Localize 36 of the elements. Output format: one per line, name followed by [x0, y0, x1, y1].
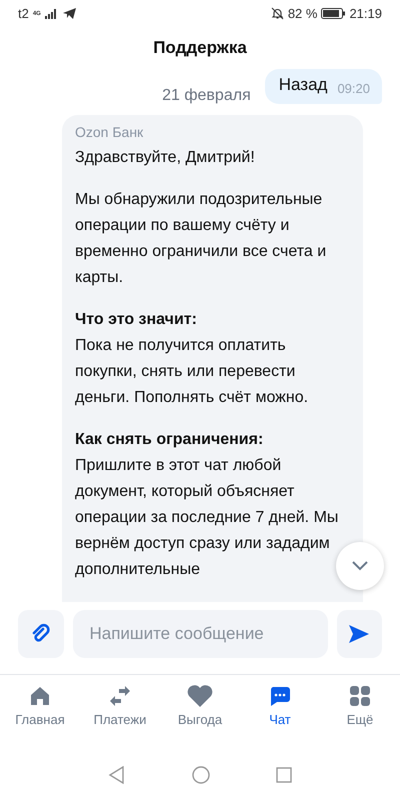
arrows-icon: [109, 684, 131, 707]
signal-icon: [44, 8, 59, 19]
send-icon: [349, 624, 370, 643]
nav-tab[interactable]: Главная: [2, 684, 78, 750]
muted-bell-icon: [270, 7, 284, 20]
date-label: 21 февраля: [162, 87, 251, 106]
carrier-label: t2: [18, 6, 29, 22]
message-paragraph: Пришлите в этот чат любой документ, который объясняет операции за последние 7 дней. Мы вернём доступ сразу или зададим дополнительные: [75, 456, 340, 580]
message-input[interactable]: Напишите сообщение: [72, 610, 328, 658]
battery-percent: 82 %: [288, 6, 318, 22]
telegram-icon: [62, 8, 76, 20]
nav-tab[interactable]: Выгода: [162, 684, 238, 750]
message-paragraph: Пока не получится оплатить покупки, снять или перевести деньги. Пополнять счёт можно.: [75, 336, 310, 408]
sender-name: Ozon Банк: [75, 123, 144, 142]
recents-icon[interactable]: [276, 767, 292, 784]
message-text: Назад: [278, 75, 328, 96]
home-icon: [29, 684, 51, 707]
message-time: 09:20: [337, 81, 370, 96]
message-paragraph: Здравствуйте, Дмитрий!: [75, 148, 256, 168]
clock: 21:19: [349, 6, 382, 22]
nav-tab[interactable]: Платежи: [82, 684, 158, 750]
heart-icon: [187, 684, 213, 707]
message-paragraph: Мы обнаружили подозрительные операции по вашему счёту и временно ограничили все счета и карты.: [75, 190, 328, 288]
section-heading: Что это значит:: [75, 310, 198, 330]
home-circle-icon[interactable]: [192, 766, 210, 784]
chat-title: Поддержка: [153, 38, 247, 58]
section-heading: Как снять ограничения:: [75, 430, 264, 450]
chat-icon: [269, 684, 291, 707]
grid-icon: [349, 684, 371, 707]
send-button[interactable]: [336, 610, 382, 658]
chevron-down-icon: [352, 560, 368, 571]
attach-button[interactable]: [18, 610, 64, 658]
nav-tab[interactable]: Чат: [242, 684, 318, 750]
back-icon[interactable]: [108, 766, 126, 784]
battery-icon: [321, 8, 346, 20]
nav-tab[interactable]: Ещё: [322, 684, 398, 750]
